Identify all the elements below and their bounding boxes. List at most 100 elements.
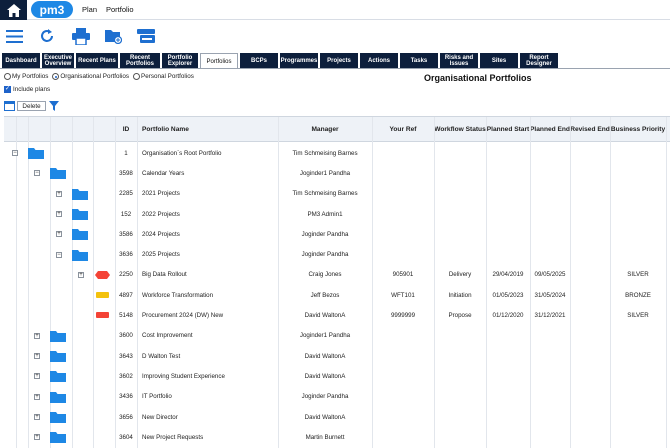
col-manager[interactable]: Manager: [278, 117, 372, 142]
tab-tasks[interactable]: Tasks: [400, 53, 438, 69]
table-row[interactable]: − 3636 2025 Projects Joginder Pandha: [4, 245, 670, 265]
collapse-icon[interactable]: −: [34, 170, 40, 177]
col-revised-end[interactable]: Revised End: [570, 117, 610, 142]
table-row[interactable]: +3600 Cost Improvement Joginder1 Pandha: [4, 326, 670, 346]
expand-icon[interactable]: +: [56, 231, 62, 238]
expand-icon[interactable]: +: [34, 353, 40, 359]
expand-icon[interactable]: +: [34, 373, 40, 380]
cell-your-ref: [372, 224, 434, 244]
tab-recent-plans[interactable]: Recent Plans: [76, 53, 118, 69]
col-planned-start[interactable]: Planned Start: [486, 117, 530, 142]
cell-portfolio-name[interactable]: 2022 Projects: [142, 204, 278, 224]
collapse-icon[interactable]: −: [12, 150, 18, 156]
expand-icon[interactable]: +: [34, 393, 40, 400]
menu-icon[interactable]: [6, 30, 23, 43]
col-business-priority[interactable]: Business Priority: [610, 117, 666, 142]
tab-projects[interactable]: Projects: [320, 53, 358, 69]
cell-portfolio-name[interactable]: New Director: [142, 407, 278, 427]
app-logo[interactable]: pm3: [31, 1, 73, 18]
home-button[interactable]: [0, 0, 27, 20]
expand-icon[interactable]: +: [34, 332, 40, 339]
radio-label: Personal Portfolios: [141, 73, 194, 81]
col-planned-end[interactable]: Planned End: [530, 117, 570, 142]
filter-icon[interactable]: [49, 101, 59, 111]
radio-personal-portfolios[interactable]: Personal Portfolios: [133, 73, 194, 80]
cell-id: 2285: [119, 190, 133, 198]
cell-id: 3600: [119, 332, 133, 340]
cell-revised-end: [570, 245, 610, 265]
include-plans-checkbox[interactable]: ✓ Include plans: [4, 86, 50, 93]
expand-icon[interactable]: +: [56, 190, 62, 197]
nav-portfolio[interactable]: Portfolio: [106, 5, 134, 14]
table-row[interactable]: +3436 IT Portfolio Joginder Pandha: [4, 387, 670, 407]
col-your-ref[interactable]: Your Ref: [372, 117, 434, 142]
cell-id: 5148: [119, 312, 133, 320]
tab-bcps[interactable]: BCPs: [240, 53, 278, 69]
cell-portfolio-name[interactable]: Cost Improvement: [142, 326, 278, 346]
table-row[interactable]: 5148 Procurement 2024 (DW) New David Walto…: [4, 305, 670, 325]
cell-portfolio-name[interactable]: 2024 Projects: [142, 224, 278, 244]
drive-icon[interactable]: [137, 29, 155, 43]
tab-portfolios[interactable]: Portfolios: [200, 53, 238, 69]
table-row[interactable]: +3586 2024 Projects Joginder Pandha: [4, 224, 670, 244]
table-row[interactable]: − 3598 Calendar Years Joginder1 Pandha: [4, 163, 670, 183]
print-icon[interactable]: [72, 28, 90, 45]
refresh-icon[interactable]: [39, 28, 55, 44]
checkmark-icon: ✓: [4, 86, 11, 93]
table-row[interactable]: +3643 D Walton Test David WaltonA: [4, 346, 670, 366]
tab-risks-and-issues[interactable]: Risks and Issues: [440, 53, 478, 69]
col-id[interactable]: ID: [115, 117, 137, 142]
cell-portfolio-name[interactable]: Organisation`s Root Portfolio: [142, 143, 278, 163]
tab-portfolio-explorer[interactable]: Portfolio Explorer: [162, 53, 198, 69]
tab-programmes[interactable]: Programmes: [280, 53, 318, 69]
table-row[interactable]: 4897 Workforce Transformation Jeff Bezos WF…: [4, 285, 670, 305]
cell-portfolio-name[interactable]: Procurement 2024 (DW) New: [142, 305, 278, 325]
cell-portfolio-name[interactable]: 2025 Projects: [142, 245, 278, 265]
cell-portfolio-name[interactable]: IT Portfolio: [142, 387, 278, 407]
tab-report-designer[interactable]: Report Designer: [520, 53, 558, 69]
cell-planned-end: [530, 346, 570, 366]
table-row[interactable]: +3602 Improving Student Experience David W…: [4, 366, 670, 386]
radio-my-portfolios[interactable]: My Portfolios: [4, 73, 48, 80]
table-row[interactable]: +3656 New Director David WaltonA: [4, 407, 670, 427]
nav-plan[interactable]: Plan: [82, 5, 97, 14]
delete-button[interactable]: Delete: [17, 101, 46, 111]
cell-portfolio-name[interactable]: D Walton Test: [142, 346, 278, 366]
table-row[interactable]: +2250 Big Data Rollout Craig Jones 905901 De…: [4, 265, 670, 285]
tab-sites[interactable]: Sites: [480, 53, 518, 69]
cell-portfolio-name[interactable]: 2021 Projects: [142, 184, 278, 204]
table-row[interactable]: +152 2022 Projects PM3 Admin1: [4, 204, 670, 224]
col-workflow-status[interactable]: Workflow Status: [434, 117, 486, 142]
expand-icon[interactable]: +: [78, 271, 84, 278]
cell-portfolio-name[interactable]: New Project Requests: [142, 427, 278, 447]
table-row[interactable]: +3604 New Project Requests Martin Burnett: [4, 427, 670, 447]
expand-icon[interactable]: +: [34, 413, 40, 420]
cell-portfolio-name[interactable]: Calendar Years: [142, 163, 278, 183]
cell-planned-end: [530, 184, 570, 204]
cell-manager: David WaltonA: [304, 352, 346, 360]
cell-portfolio-name[interactable]: Big Data Rollout: [142, 265, 278, 285]
folder-icon: [72, 188, 88, 200]
table-row[interactable]: − 1 Organisation`s Root Portfolio Tim Schme…: [4, 143, 670, 163]
cell-portfolio-name[interactable]: Improving Student Experience: [142, 366, 278, 386]
col-portfolio-name[interactable]: Portfolio Name: [138, 117, 278, 142]
radio-organisational-portfolios[interactable]: Organisational Portfolios: [52, 73, 129, 80]
cell-manager: Tim Schmeising Barnes: [292, 190, 358, 198]
cell-id: 4897: [119, 291, 133, 299]
cell-business-priority: [610, 366, 666, 386]
cell-portfolio-name[interactable]: Workforce Transformation: [142, 285, 278, 305]
expand-icon[interactable]: +: [34, 434, 40, 441]
tab-recent-portfolios[interactable]: Recent Portfolios: [120, 53, 160, 69]
new-folder-icon[interactable]: [105, 28, 122, 44]
table-row[interactable]: +2285 2021 Projects Tim Schmeising Barnes: [4, 184, 670, 204]
collapse-icon[interactable]: −: [56, 251, 62, 258]
cell-your-ref: WFT101: [391, 291, 415, 299]
tab-actions[interactable]: Actions: [360, 53, 398, 69]
cell-workflow-status: [434, 163, 486, 183]
grid-settings-icon[interactable]: [4, 101, 15, 111]
expand-icon[interactable]: +: [56, 210, 62, 217]
cell-workflow-status: Delivery: [448, 271, 472, 279]
tab-dashboard[interactable]: Dashboard: [2, 53, 40, 69]
tab-executive-overview[interactable]: Executive Overview: [42, 53, 74, 69]
cell-planned-start: [486, 143, 530, 163]
